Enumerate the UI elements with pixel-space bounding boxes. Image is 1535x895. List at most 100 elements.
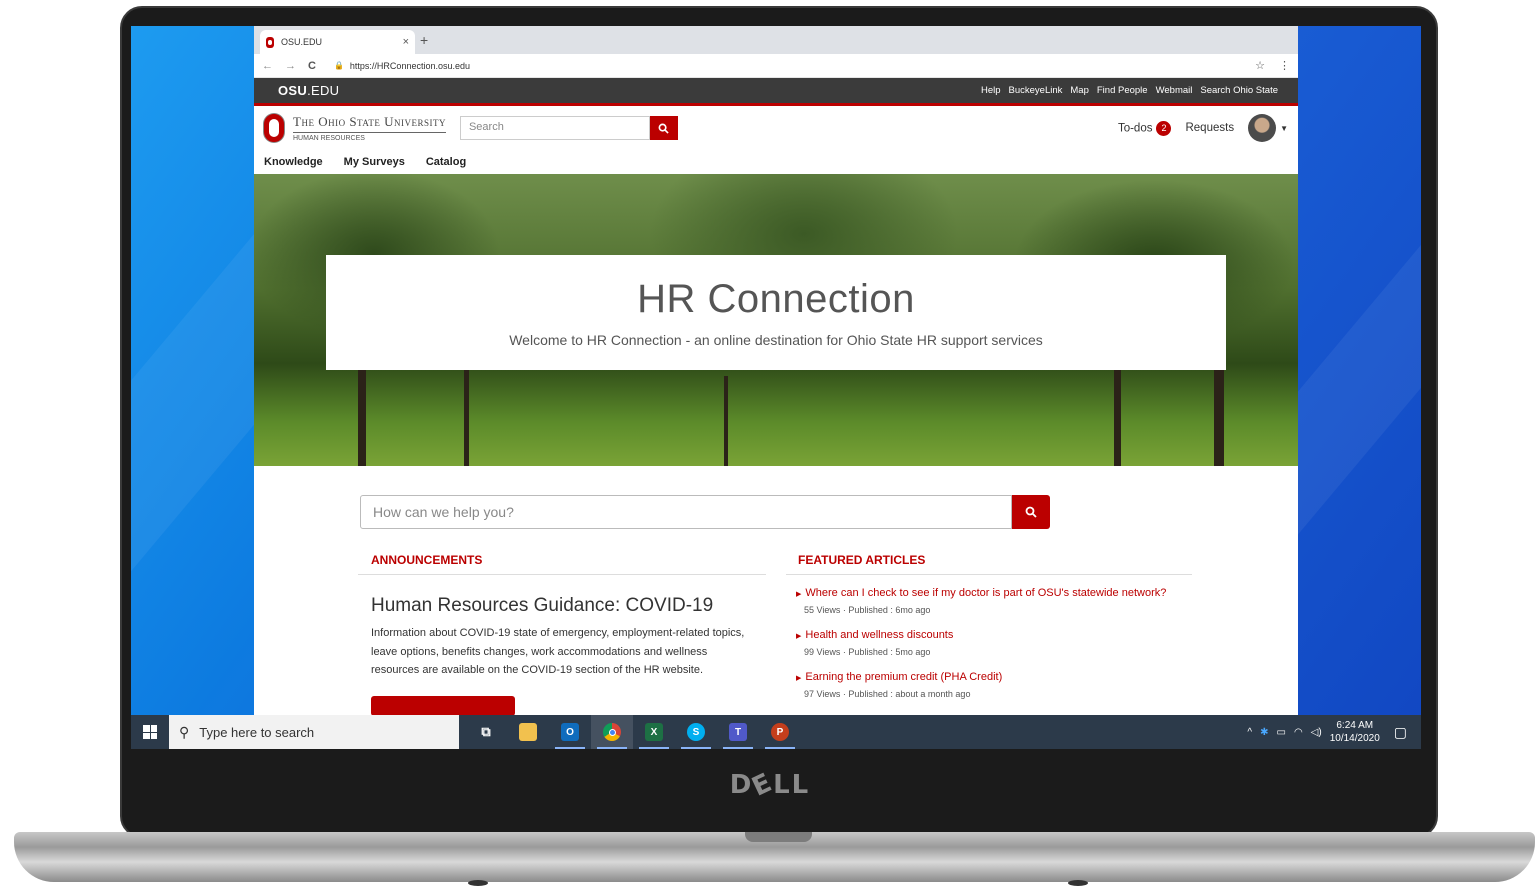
- excel-icon[interactable]: X: [633, 715, 675, 749]
- windows-logo-icon: [143, 725, 157, 739]
- wifi-icon[interactable]: ◠: [1294, 727, 1303, 738]
- site-header: The Ohio State University HUMAN RESOURCE…: [254, 106, 1298, 150]
- notification-icon[interactable]: ▢: [1394, 724, 1407, 741]
- taskbar-search-placeholder: Type here to search: [199, 724, 315, 740]
- department-name: HUMAN RESOURCES: [293, 135, 365, 142]
- hero-banner: HR Connection Welcome to HR Connection -…: [254, 174, 1298, 466]
- search-icon: [1025, 506, 1037, 518]
- osu-link-help[interactable]: Help: [981, 85, 1001, 96]
- battery-icon[interactable]: ▭: [1276, 727, 1285, 738]
- osu-edu-logo[interactable]: OSU.EDU: [278, 83, 339, 98]
- chrome-icon[interactable]: [591, 715, 633, 749]
- desktop-screen: OSU.EDU × + ← → C 🔒 https://HRConnection…: [131, 26, 1421, 749]
- header-search-button[interactable]: [649, 116, 678, 140]
- search-icon: [659, 123, 670, 134]
- requests-link[interactable]: Requests: [1185, 122, 1234, 134]
- task-view-icon[interactable]: ⧉: [465, 715, 507, 749]
- skype-icon[interactable]: S: [675, 715, 717, 749]
- article-link[interactable]: ▶ Where can I check to see if my doctor i…: [796, 586, 1192, 602]
- new-tab-button[interactable]: +: [420, 32, 428, 48]
- osu-link-webmail[interactable]: Webmail: [1156, 85, 1193, 96]
- bookmark-star-icon[interactable]: ☆: [1255, 59, 1265, 72]
- announcement-read-more-button[interactable]: [371, 695, 515, 715]
- taskbar-apps: ⧉ O X S T P: [465, 715, 801, 749]
- header-search-input[interactable]: Search: [459, 116, 650, 140]
- laptop-brand-logo: DELL: [729, 767, 811, 803]
- lock-icon: 🔒: [333, 61, 344, 70]
- start-button[interactable]: [131, 715, 169, 749]
- announcement-title[interactable]: Human Resources Guidance: COVID-19: [371, 595, 766, 617]
- powerpoint-icon[interactable]: P: [759, 715, 801, 749]
- announcement-body: Information about COVID-19 state of emer…: [371, 627, 745, 676]
- laptop-foot: [468, 880, 488, 886]
- university-logo[interactable]: The Ohio State University HUMAN RESOURCE…: [264, 114, 446, 142]
- article-title: Health and wellness discounts: [805, 629, 954, 641]
- help-search: How can we help you?: [360, 495, 1050, 529]
- article-title: Earning the premium credit (PHA Credit): [805, 671, 1003, 683]
- help-search-input[interactable]: How can we help you?: [360, 495, 1012, 529]
- article-title: Where can I check to see if my doctor is…: [805, 587, 1167, 599]
- caret-right-icon: ▶: [796, 633, 802, 640]
- announcements-heading: ANNOUNCEMENTS: [358, 550, 766, 575]
- tree-trunk: [724, 376, 728, 466]
- forward-icon[interactable]: →: [285, 60, 296, 72]
- block-o-icon: [264, 114, 284, 142]
- windows-taskbar: ⚲ Type here to search ⧉ O X S T P ^ ✱ ▭ …: [131, 715, 1421, 749]
- browser-tab[interactable]: OSU.EDU ×: [260, 30, 415, 54]
- osu-links: Help BuckeyeLink Map Find People Webmail…: [981, 85, 1278, 96]
- user-avatar[interactable]: [1248, 114, 1277, 142]
- announcements-section: ANNOUNCEMENTS Human Resources Guidance: …: [358, 550, 766, 715]
- browser-tabbar: OSU.EDU × +: [254, 26, 1298, 54]
- nav-my-surveys[interactable]: My Surveys: [344, 156, 405, 168]
- outlook-icon[interactable]: O: [549, 715, 591, 749]
- hero-subtitle: Welcome to HR Connection - an online des…: [509, 332, 1043, 348]
- caret-right-icon: ▶: [796, 675, 802, 682]
- browser-window: OSU.EDU × + ← → C 🔒 https://HRConnection…: [254, 26, 1298, 715]
- tab-close-icon[interactable]: ×: [403, 36, 409, 48]
- osu-navbar: OSU.EDU Help BuckeyeLink Map Find People…: [254, 78, 1298, 106]
- featured-heading: FEATURED ARTICLES: [786, 550, 1192, 575]
- osu-brand-light: .EDU: [307, 83, 340, 98]
- browser-menu-icon[interactable]: ⋮: [1279, 59, 1290, 72]
- header-search: Search: [459, 116, 678, 140]
- help-search-button[interactable]: [1012, 495, 1050, 529]
- back-icon[interactable]: ←: [262, 60, 273, 72]
- system-tray: ^ ✱ ▭ ◠ ◁) 6:24 AM 10/14/2020 ▢: [1247, 719, 1421, 745]
- article-meta: 99 Views · Published : 5mo ago: [804, 647, 931, 657]
- todos-link[interactable]: To-dos 2: [1118, 120, 1172, 136]
- osu-link-map[interactable]: Map: [1070, 85, 1088, 96]
- address-bar: ← → C 🔒 https://HRConnection.osu.edu ☆ ⋮: [254, 54, 1298, 78]
- laptop-foot: [1068, 880, 1088, 886]
- tab-title: OSU.EDU: [281, 37, 323, 47]
- osu-brand-bold: OSU: [278, 83, 308, 98]
- article-meta: 55 Views · Published : 6mo ago: [804, 605, 931, 615]
- nav-catalog[interactable]: Catalog: [426, 156, 466, 168]
- osu-favicon-icon: [266, 36, 274, 48]
- nav-knowledge[interactable]: Knowledge: [264, 156, 323, 168]
- hero-title: HR Connection: [637, 277, 915, 321]
- chevron-up-icon[interactable]: ^: [1247, 727, 1252, 738]
- url-field[interactable]: https://HRConnection.osu.edu: [350, 61, 470, 71]
- osu-link-find-people[interactable]: Find People: [1097, 85, 1148, 96]
- teams-icon[interactable]: T: [717, 715, 759, 749]
- sub-navigation: Knowledge My Surveys Catalog: [254, 150, 1298, 174]
- laptop-notch: [745, 832, 812, 842]
- chevron-down-icon[interactable]: ▼: [1280, 124, 1288, 133]
- reload-icon[interactable]: C: [308, 60, 316, 72]
- volume-icon[interactable]: ◁): [1311, 727, 1322, 738]
- article-link[interactable]: ▶ Earning the premium credit (PHA Credit): [796, 670, 1192, 686]
- todos-count-badge: 2: [1156, 120, 1172, 136]
- bluetooth-icon[interactable]: ✱: [1260, 727, 1268, 738]
- file-explorer-icon[interactable]: [507, 715, 549, 749]
- article-item: ▶ Where can I check to see if my doctor i…: [796, 586, 1192, 615]
- featured-articles-section: FEATURED ARTICLES ▶ Where can I check to …: [786, 550, 1192, 712]
- osu-link-search[interactable]: Search Ohio State: [1200, 85, 1278, 96]
- osu-link-buckeyelink[interactable]: BuckeyeLink: [1009, 85, 1063, 96]
- article-meta: 97 Views · Published : about a month ago: [804, 689, 971, 699]
- system-clock[interactable]: 6:24 AM 10/14/2020: [1330, 719, 1380, 745]
- hero-card: HR Connection Welcome to HR Connection -…: [326, 255, 1226, 370]
- article-item: ▶ Health and wellness discounts 99 Views …: [796, 628, 1192, 657]
- taskbar-search[interactable]: ⚲ Type here to search: [169, 715, 459, 749]
- clock-date: 10/14/2020: [1329, 733, 1380, 744]
- article-link[interactable]: ▶ Health and wellness discounts: [796, 628, 1192, 644]
